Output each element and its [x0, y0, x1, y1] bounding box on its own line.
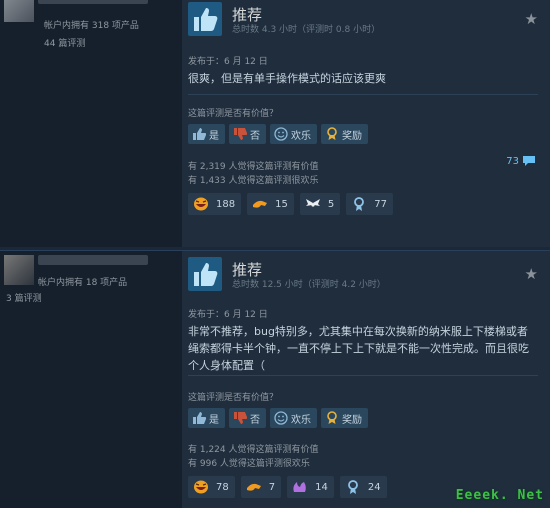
vote-yes-label: 是: [209, 414, 219, 426]
review-body: 很爽，但是有单手操作模式的话应该更爽: [188, 72, 386, 85]
helpful-count: 有 2,319 人觉得这篇评测有价值: [188, 162, 319, 172]
reviewer-panel: 帐户内拥有 18 项产品 3 篇评测: [0, 251, 182, 508]
award-badge[interactable]: 5: [299, 193, 341, 215]
thumbs-down-icon: [234, 128, 247, 140]
vote-no-label: 否: [250, 414, 260, 426]
award-button[interactable]: 奖励: [321, 124, 368, 144]
reviewer-name-blurred[interactable]: [38, 0, 148, 4]
awards-row: 78 7 14 24: [188, 476, 387, 498]
wings-icon: [305, 199, 320, 207]
award-count: 5: [327, 198, 335, 210]
playtime: 总时数 12.5 小时（评测时 4.2 小时）: [232, 280, 386, 290]
award-ribbon-icon: [327, 127, 337, 140]
thumbs-up-icon: [193, 128, 206, 140]
award-label: 奖励: [342, 414, 362, 426]
review-count[interactable]: 44 篇评测: [44, 36, 85, 49]
site-watermark: Eeeek. Net: [455, 488, 544, 503]
award-label: 奖励: [342, 130, 362, 142]
thumbs-up-icon: [193, 412, 206, 424]
posted-date: 发布于：6 月 12 日: [188, 310, 268, 320]
divider: [188, 94, 538, 95]
award-count: 14: [315, 481, 328, 493]
vote-no-button[interactable]: 否: [229, 124, 266, 144]
divider: [188, 375, 538, 376]
medal-icon: [354, 197, 365, 211]
vote-funny-label: 欢乐: [291, 130, 311, 142]
award-count: 15: [275, 198, 288, 210]
vote-yes-button[interactable]: 是: [188, 124, 225, 144]
smiley-icon: [274, 127, 288, 141]
vote-no-button[interactable]: 否: [229, 408, 266, 428]
thumbs-down-icon: [234, 412, 247, 424]
laughing-face-icon: [194, 480, 208, 494]
award-badge[interactable]: 78: [188, 476, 235, 498]
award-count: 24: [367, 481, 381, 493]
vote-yes-label: 是: [209, 130, 219, 142]
laughing-face-icon: [194, 197, 208, 211]
funny-count: 有 1,433 人觉得这篇评测很欢乐: [188, 176, 319, 186]
award-badge[interactable]: 15: [247, 193, 294, 215]
award-button[interactable]: 奖励: [321, 408, 368, 428]
review-body: 非常不推荐，bug特别多，尤其集中在每次换新的纳米服上下楼梯或者绳索都得卡半个钟…: [188, 325, 529, 372]
thumbs-up-icon: [188, 257, 222, 291]
award-count: 7: [268, 481, 276, 493]
award-badge[interactable]: 188: [188, 193, 242, 215]
comment-bubble-icon: [523, 156, 535, 166]
avatar[interactable]: [4, 255, 34, 285]
products-owned[interactable]: 帐户内拥有 318 项产品: [44, 18, 139, 31]
review-content: 推荐 总时数 4.3 小时（评测时 0.8 小时） ★ 发布于：6 月 12 日…: [182, 0, 550, 247]
award-badge[interactable]: 77: [346, 193, 393, 215]
hand-wave-icon: [253, 200, 268, 208]
award-count: 77: [374, 198, 387, 210]
award-badge[interactable]: 7: [240, 476, 282, 498]
helpful-question: 这篇评测是否有价值？: [188, 109, 279, 119]
smiley-icon: [274, 411, 288, 425]
vote-funny-button[interactable]: 欢乐: [270, 124, 317, 144]
funny-count: 有 996 人觉得这篇评测很欢乐: [188, 459, 310, 469]
purple-flame-icon: [293, 482, 306, 492]
helpful-question: 这篇评测是否有价值？: [188, 393, 279, 403]
star-icon[interactable]: ★: [525, 10, 538, 28]
vote-yes-button[interactable]: 是: [188, 408, 225, 428]
review-card: 帐户内拥有 18 项产品 3 篇评测 推荐 总时数 12.5 小时（评测时 4.…: [0, 250, 550, 508]
products-owned[interactable]: 帐户内拥有 18 项产品: [38, 275, 127, 288]
vote-no-label: 否: [250, 130, 260, 142]
playtime: 总时数 4.3 小时（评测时 0.8 小时）: [232, 25, 381, 35]
review-content: 推荐 总时数 12.5 小时（评测时 4.2 小时） ★ 发布于：6 月 12 …: [182, 251, 550, 508]
thumbs-up-icon: [188, 2, 222, 36]
comments-link[interactable]: 73: [506, 155, 536, 167]
award-count: 78: [216, 481, 229, 493]
vote-funny-button[interactable]: 欢乐: [270, 408, 317, 428]
vote-buttons: 是 否 欢乐 奖励: [188, 408, 368, 428]
helpful-count: 有 1,224 人觉得这篇评测有价值: [188, 445, 319, 455]
award-badge[interactable]: 24: [339, 476, 387, 498]
comment-count: 73: [506, 155, 519, 167]
medal-icon: [347, 480, 358, 494]
vote-buttons: 是 否 欢乐 奖励: [188, 124, 368, 144]
posted-date: 发布于：6 月 12 日: [188, 57, 268, 67]
award-count: 188: [216, 198, 236, 210]
awards-row: 188 15 5 77: [188, 193, 393, 215]
award-badge[interactable]: 14: [287, 476, 334, 498]
reviewer-panel: 帐户内拥有 318 项产品 44 篇评测: [0, 0, 182, 247]
hand-wave-icon: [246, 483, 261, 491]
review-count[interactable]: 3 篇评测: [6, 291, 42, 304]
vote-funny-label: 欢乐: [291, 414, 311, 426]
award-ribbon-icon: [327, 411, 337, 424]
avatar[interactable]: [4, 0, 34, 22]
reviewer-name-blurred[interactable]: [38, 255, 148, 265]
star-icon[interactable]: ★: [525, 265, 538, 283]
review-card: 帐户内拥有 318 项产品 44 篇评测 推荐 总时数 4.3 小时（评测时 0…: [0, 0, 550, 247]
